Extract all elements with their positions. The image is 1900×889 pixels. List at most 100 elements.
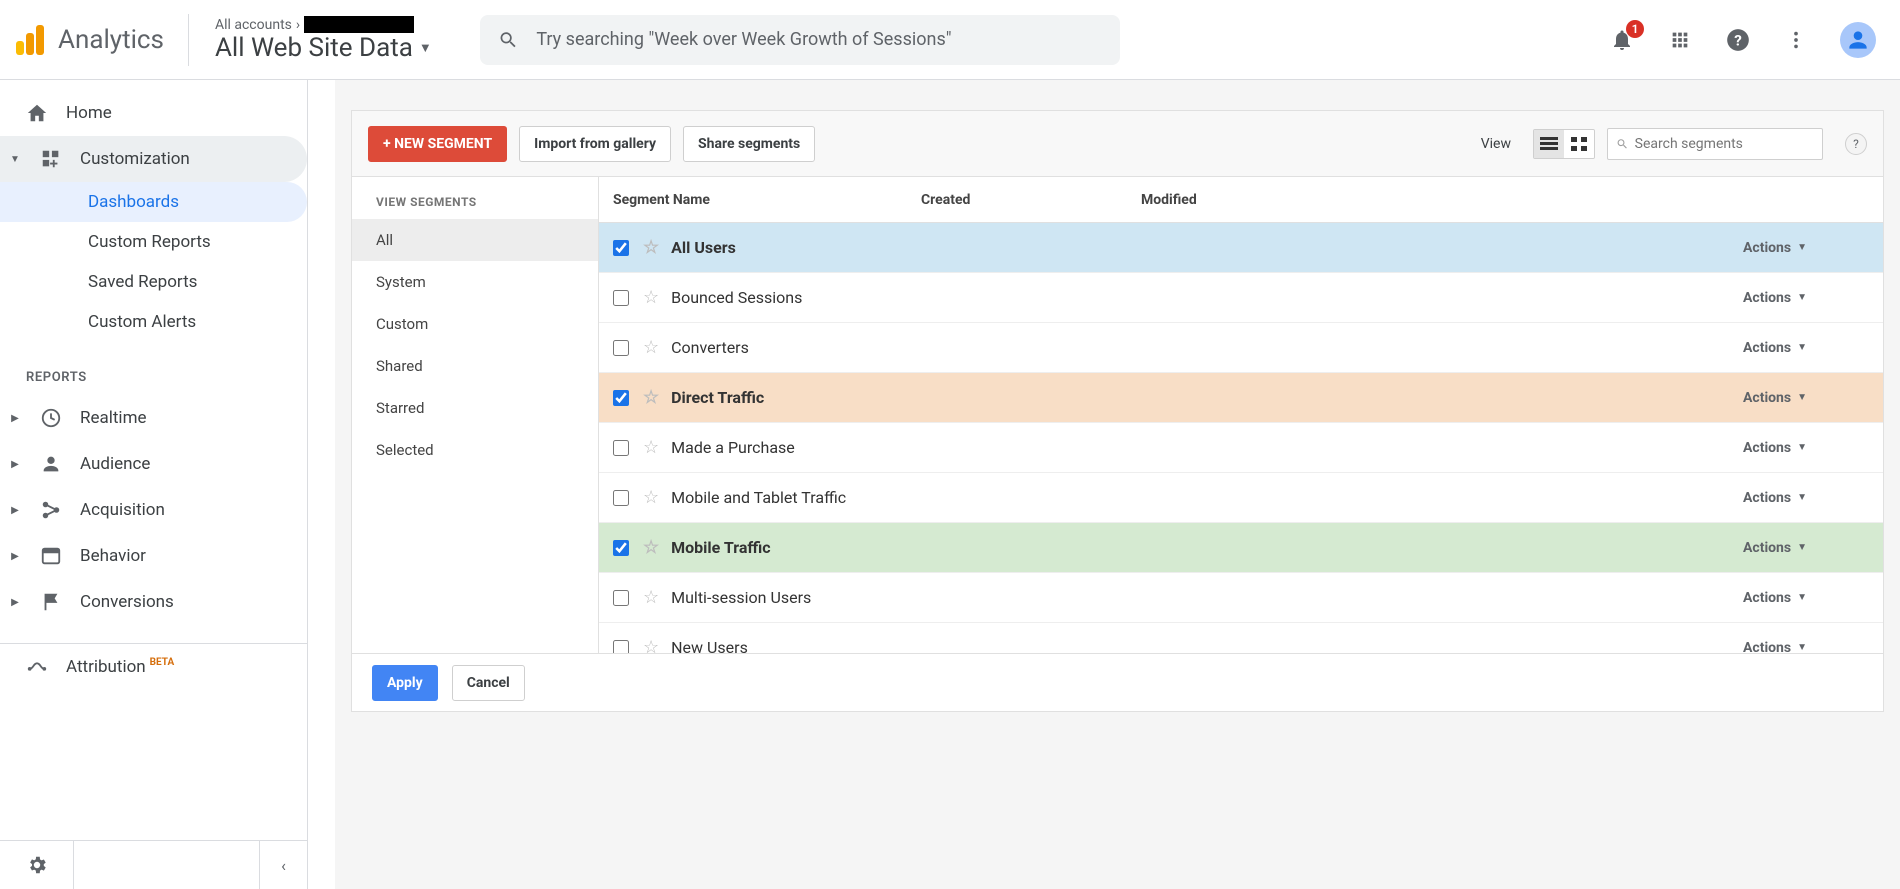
star-icon[interactable]: ☆ [643, 487, 659, 508]
segments-help-button[interactable]: ? [1845, 133, 1867, 155]
nav-audience[interactable]: ▶ Audience [0, 441, 307, 487]
new-segment-button[interactable]: + NEW SEGMENT [368, 126, 507, 162]
segment-checkbox[interactable] [613, 240, 629, 256]
customization-icon [40, 148, 62, 170]
star-icon[interactable]: ☆ [643, 537, 659, 558]
breadcrumb-prefix: All accounts [215, 17, 292, 33]
nav-saved-reports[interactable]: Saved Reports [0, 262, 307, 302]
nav-realtime[interactable]: ▶ Realtime [0, 395, 307, 441]
segment-row[interactable]: ☆Mobile and Tablet TrafficActions▼ [599, 473, 1883, 523]
column-modified[interactable]: Modified [1141, 192, 1883, 208]
help-button[interactable]: ? [1724, 26, 1752, 54]
segments-toolbar: + NEW SEGMENT Import from gallery Share … [352, 111, 1883, 177]
apps-button[interactable] [1666, 26, 1694, 54]
segments-filter-sidebar: VIEW SEGMENTS All System Custom Shared S… [352, 177, 599, 653]
segment-actions-button[interactable]: Actions▼ [1743, 440, 1807, 456]
filter-starred[interactable]: Starred [352, 387, 598, 429]
segment-checkbox[interactable] [613, 290, 629, 306]
notifications-button[interactable]: 1 [1608, 26, 1636, 54]
star-icon[interactable]: ☆ [643, 237, 659, 258]
view-name-dropdown[interactable]: All Web Site Data ▼ [215, 33, 432, 63]
segment-checkbox[interactable] [613, 340, 629, 356]
user-avatar[interactable] [1840, 22, 1876, 58]
segment-actions-button[interactable]: Actions▼ [1743, 640, 1807, 654]
nav-customization[interactable]: ▼ Customization [0, 136, 307, 182]
segment-row[interactable]: ☆Made a PurchaseActions▼ [599, 423, 1883, 473]
segment-actions-button[interactable]: Actions ▼ [1743, 540, 1807, 556]
search-icon [1616, 137, 1629, 151]
segment-row[interactable]: ☆Bounced SessionsActions▼ [599, 273, 1883, 323]
caret-right-icon: ▶ [8, 459, 22, 470]
grid-icon [1571, 137, 1587, 151]
star-icon[interactable]: ☆ [643, 437, 659, 458]
nav-attribution-label: Attribution [66, 657, 146, 677]
nav-conversions[interactable]: ▶ Conversions [0, 579, 307, 625]
nav-admin[interactable] [0, 841, 74, 889]
segment-actions-button[interactable]: Actions ▼ [1743, 390, 1807, 406]
actions-label: Actions [1743, 390, 1791, 406]
svg-text:?: ? [1734, 31, 1742, 49]
filter-selected[interactable]: Selected [352, 429, 598, 471]
segment-actions-button[interactable]: Actions▼ [1743, 240, 1807, 256]
view-grid-button[interactable] [1564, 130, 1594, 158]
actions-label: Actions [1743, 490, 1791, 506]
segment-checkbox[interactable] [613, 390, 629, 406]
filter-system[interactable]: System [352, 261, 598, 303]
segment-checkbox[interactable] [613, 590, 629, 606]
nav-customization-label: Customization [80, 149, 190, 169]
segment-row[interactable]: ☆New UsersActions▼ [599, 623, 1883, 653]
star-icon[interactable]: ☆ [643, 287, 659, 308]
account-switcher[interactable]: All accounts › All Web Site Data ▼ [189, 16, 458, 63]
segment-actions-button[interactable]: Actions▼ [1743, 590, 1807, 606]
cancel-button[interactable]: Cancel [452, 665, 525, 701]
actions-label: Actions [1743, 590, 1791, 606]
collapse-nav-button[interactable]: ‹ [259, 841, 307, 889]
person-icon [40, 453, 62, 475]
nav-custom-alerts[interactable]: Custom Alerts [0, 302, 307, 342]
apply-button[interactable]: Apply [372, 665, 438, 701]
segment-actions-button[interactable]: Actions▼ [1743, 290, 1807, 306]
filter-all[interactable]: All [352, 219, 598, 261]
segment-checkbox[interactable] [613, 640, 629, 654]
header-search[interactable] [480, 15, 1120, 65]
column-created[interactable]: Created [921, 192, 1141, 208]
segment-row[interactable]: ☆ConvertersActions▼ [599, 323, 1883, 373]
nav-custom-reports[interactable]: Custom Reports [0, 222, 307, 262]
actions-label: Actions [1743, 540, 1791, 556]
nav-realtime-label: Realtime [80, 408, 147, 428]
segment-checkbox[interactable] [613, 540, 629, 556]
app-header: Analytics All accounts › All Web Site Da… [0, 0, 1900, 80]
caret-right-icon: ▶ [8, 597, 22, 608]
segment-row[interactable]: ☆Mobile TrafficActions▼ [599, 523, 1883, 573]
filter-custom[interactable]: Custom [352, 303, 598, 345]
nav-home[interactable]: Home [0, 90, 307, 136]
caret-down-icon: ▼ [1797, 542, 1807, 553]
search-input[interactable] [536, 29, 1101, 50]
segment-actions-button[interactable]: Actions▼ [1743, 490, 1807, 506]
share-segments-button[interactable]: Share segments [683, 126, 815, 162]
chevron-left-icon: ‹ [281, 856, 286, 875]
nav-acquisition[interactable]: ▶ Acquisition [0, 487, 307, 533]
column-segment-name[interactable]: Segment Name [599, 192, 921, 208]
caret-down-icon: ▼ [1797, 392, 1807, 403]
star-icon[interactable]: ☆ [643, 637, 659, 653]
segment-row[interactable]: ☆Direct TrafficActions▼ [599, 373, 1883, 423]
segment-row[interactable]: ☆Multi-session UsersActions▼ [599, 573, 1883, 623]
nav-attribution[interactable]: AttributionBETA [0, 644, 307, 690]
view-segments-label: VIEW SEGMENTS [352, 177, 598, 219]
star-icon[interactable]: ☆ [643, 337, 659, 358]
nav-dashboards[interactable]: Dashboards [0, 182, 307, 222]
segment-checkbox[interactable] [613, 490, 629, 506]
star-icon[interactable]: ☆ [643, 587, 659, 608]
star-icon[interactable]: ☆ [643, 387, 659, 408]
filter-shared[interactable]: Shared [352, 345, 598, 387]
segments-search[interactable] [1607, 128, 1823, 160]
segment-actions-button[interactable]: Actions▼ [1743, 340, 1807, 356]
segments-search-input[interactable] [1635, 136, 1814, 152]
nav-behavior[interactable]: ▶ Behavior [0, 533, 307, 579]
import-from-gallery-button[interactable]: Import from gallery [519, 126, 671, 162]
view-list-button[interactable] [1534, 130, 1564, 158]
more-button[interactable] [1782, 26, 1810, 54]
segment-checkbox[interactable] [613, 440, 629, 456]
segment-row[interactable]: ☆All UsersActions▼ [599, 223, 1883, 273]
